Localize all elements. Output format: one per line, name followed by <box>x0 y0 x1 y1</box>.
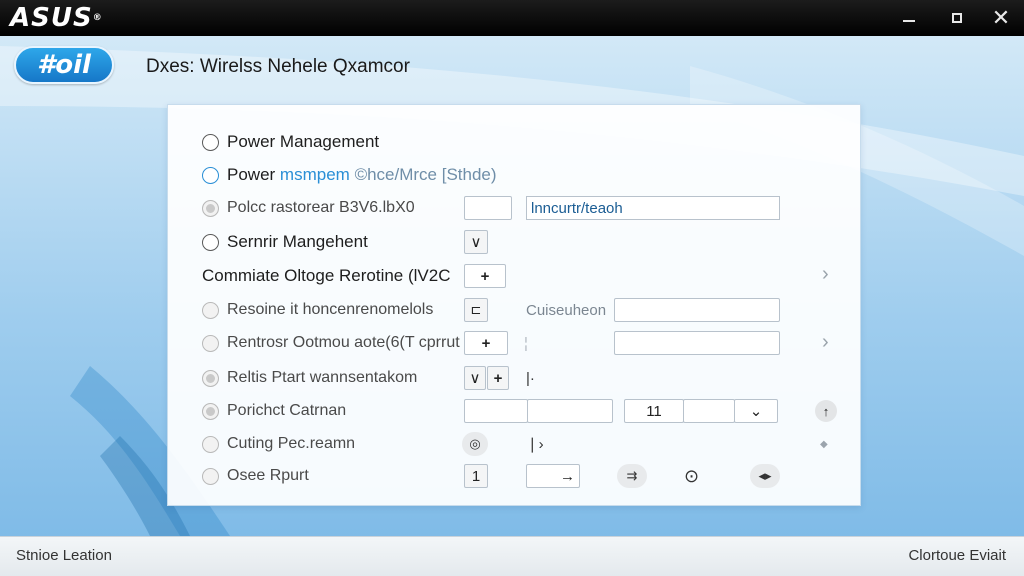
chevron-right-icon[interactable]: › <box>822 330 829 354</box>
number-field[interactable]: 1 <box>464 464 488 488</box>
setting-label: Resoine it honcenrenomelols <box>227 301 434 318</box>
model-badge: #oil <box>14 46 114 84</box>
radio-button[interactable] <box>202 199 219 217</box>
setting-label-rest: ©hce/Mrce [Sthde) <box>354 165 497 184</box>
setting-label: Power Management <box>227 132 380 151</box>
maximize-button[interactable] <box>934 0 980 36</box>
setting-label: Rentrosr Ootmou aote(6(T cprrut <box>227 334 460 351</box>
setting-label: Sernrir Mangehent <box>227 232 368 251</box>
left-right-icon[interactable]: ◂▸ <box>750 464 780 488</box>
setting-row: Commiate Oltoge Rerotine (lV2C <box>202 263 450 289</box>
brand-text: ASUS <box>10 3 93 33</box>
radio-button[interactable] <box>202 334 219 352</box>
diamond-icon: ◆ <box>820 438 828 450</box>
minimize-icon <box>903 20 915 22</box>
footer-right-text[interactable]: Clortoue Eviait <box>908 547 1006 564</box>
setting-label: Polcc rastorear B3V6.lbX0 <box>227 199 415 216</box>
arrow-right-icon[interactable]: → <box>526 464 580 488</box>
setting-row[interactable]: Sernrir Mangehent <box>202 229 368 255</box>
brand-mark: ® <box>92 13 103 23</box>
value-field[interactable] <box>464 196 512 220</box>
value-field[interactable] <box>527 399 613 423</box>
dropdown-button[interactable]: ∨ <box>464 230 488 254</box>
status-bar: Stnioe Leation Clortoue Eviait <box>0 536 1024 576</box>
radio-button[interactable] <box>202 435 219 453</box>
increment-button[interactable]: + <box>487 366 509 390</box>
radio-button[interactable] <box>202 402 219 420</box>
page-title: Dxes: Wirelss Nehele Qxamcor <box>146 56 410 77</box>
setting-row[interactable]: Osee Rpurt <box>202 463 309 489</box>
arrow-up-icon[interactable]: ↑ <box>815 400 837 422</box>
radio-button[interactable] <box>202 166 219 184</box>
select-dropdown[interactable]: ⌄ <box>734 399 778 423</box>
value-field[interactable] <box>464 399 528 423</box>
title-bar: ASUS® ✕ <box>0 0 1024 36</box>
clock-icon[interactable]: ⊙ <box>684 464 699 488</box>
setting-row[interactable]: Reltis Ptart wannsentakom <box>202 365 417 391</box>
setting-label: Commiate Oltoge Rerotine (lV2C <box>202 266 451 285</box>
text-field[interactable]: lnncurtr/teaoh <box>526 196 780 220</box>
text-field[interactable] <box>614 331 780 355</box>
setting-label-prefix: Power <box>227 165 276 184</box>
radio-button[interactable] <box>202 369 219 387</box>
footer-left-text[interactable]: Stnioe Leation <box>16 547 112 564</box>
model-badge-text: #oil <box>37 50 91 80</box>
setting-label: Reltis Ptart wannsentakom <box>227 369 418 386</box>
setting-label: Power msmpem ©hce/Mrce [Sthde) <box>227 165 497 185</box>
setting-label-highlight: msmpem <box>279 165 350 184</box>
setting-row[interactable]: Power msmpem ©hce/Mrce [Sthde) <box>202 162 497 188</box>
setting-row[interactable]: Cuting Pec.reamn <box>202 431 355 457</box>
minimize-button[interactable] <box>886 0 932 36</box>
setting-label: Cuting Pec.reamn <box>227 435 356 452</box>
radio-button[interactable] <box>202 233 219 251</box>
setting-row[interactable]: Resoine it honcenrenomelols <box>202 297 433 323</box>
field-placeholder: Cuiseuheon <box>526 301 607 319</box>
radio-button[interactable] <box>202 301 219 319</box>
setting-label: Osee Rpurt <box>227 467 309 484</box>
radio-button[interactable] <box>202 133 219 151</box>
setting-row[interactable]: Porichct Catrnan <box>202 398 346 424</box>
setting-row[interactable]: Power Management <box>202 129 379 155</box>
dropdown-button[interactable]: ∨ <box>464 366 486 390</box>
setting-row[interactable]: Polcc rastorear B3V6.lbX0 <box>202 195 415 221</box>
fast-forward-icon[interactable]: ⇉ <box>617 464 647 488</box>
setting-label: Porichct Catrnan <box>227 402 347 419</box>
asus-logo: ASUS® <box>10 4 103 32</box>
number-field[interactable]: 11 <box>624 399 684 423</box>
toggle-icon[interactable]: ❘› <box>526 432 544 456</box>
separator: ¦ <box>524 334 528 352</box>
text-field[interactable] <box>614 298 780 322</box>
value-field[interactable] <box>683 399 735 423</box>
option-button[interactable]: ⊏ <box>464 298 488 322</box>
cursor-marker: |· <box>526 369 535 387</box>
maximize-icon <box>952 13 962 23</box>
increment-button[interactable]: + <box>464 331 508 355</box>
target-icon[interactable]: ◎ <box>462 432 488 456</box>
increment-button[interactable]: + <box>464 264 506 288</box>
close-icon: ✕ <box>991 5 1011 30</box>
close-button[interactable]: ✕ <box>978 0 1024 36</box>
radio-button[interactable] <box>202 467 219 485</box>
setting-row[interactable]: Rentrosr Ootmou aote(6(T cprrut <box>202 330 460 356</box>
chevron-right-icon[interactable]: › <box>822 262 829 286</box>
